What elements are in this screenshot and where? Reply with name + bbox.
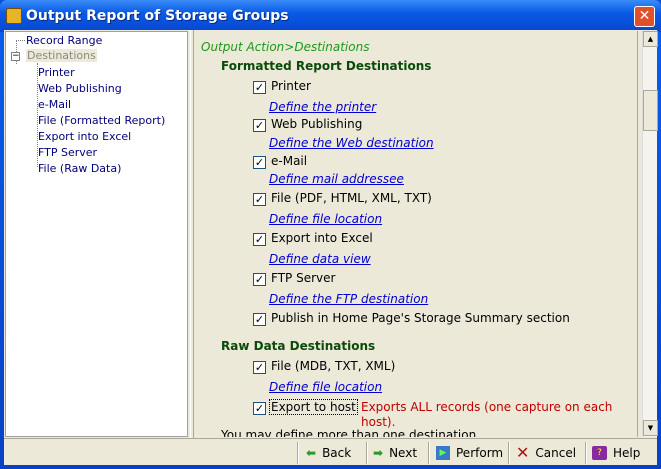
help-button[interactable]: ? Help xyxy=(592,442,640,463)
next-button[interactable]: ➡ Next xyxy=(373,442,417,463)
tree-item-destinations[interactable]: Destinations xyxy=(26,49,97,62)
file-label: File (PDF, HTML, XML, TXT) xyxy=(271,191,432,205)
tree-item-email[interactable]: e-Mail xyxy=(38,98,71,111)
printer-checkbox[interactable]: ✓ xyxy=(253,81,266,94)
dialog-window: Output Report of Storage Groups ✕ Record… xyxy=(0,0,661,469)
perform-button[interactable]: ▶ Perform xyxy=(436,442,503,463)
title-bar: Output Report of Storage Groups ✕ xyxy=(0,0,661,32)
tree-item-export-excel[interactable]: Export into Excel xyxy=(38,130,131,143)
publish-home-label: Publish in Home Page's Storage Summary s… xyxy=(271,311,570,325)
breadcrumb: Output Action>Destinations xyxy=(201,40,370,54)
perform-label: Perform xyxy=(456,445,504,460)
export-host-note-line2: host). xyxy=(361,415,396,429)
back-button[interactable]: ⬅ Back xyxy=(306,442,351,463)
vertical-scrollbar[interactable]: ▲ ▼ xyxy=(642,31,658,437)
tree-item-ftp-server[interactable]: FTP Server xyxy=(38,146,97,159)
next-label: Next xyxy=(389,445,418,460)
separator xyxy=(366,442,368,464)
separator xyxy=(297,442,299,464)
printer-label: Printer xyxy=(271,79,311,93)
cancel-label: Cancel xyxy=(535,445,577,460)
email-label: e-Mail xyxy=(271,154,308,168)
footer-note: You may define more than one destination xyxy=(221,428,477,437)
define-mail-link[interactable]: Define mail addressee xyxy=(269,172,404,186)
tree-item-web-publishing[interactable]: Web Publishing xyxy=(38,82,122,95)
email-checkbox[interactable]: ✓ xyxy=(253,156,266,169)
window-title: Output Report of Storage Groups xyxy=(26,8,289,24)
define-data-view-link[interactable]: Define data view xyxy=(269,252,371,266)
excel-label: Export into Excel xyxy=(271,231,373,245)
define-web-link[interactable]: Define the Web destination xyxy=(269,136,434,150)
define-raw-file-link[interactable]: Define file location xyxy=(269,380,382,394)
export-host-checkbox[interactable]: ✓ xyxy=(253,402,266,415)
scroll-up-button[interactable]: ▲ xyxy=(643,31,658,47)
raw-file-label: File (MDB, TXT, XML) xyxy=(271,359,396,373)
raw-header: Raw Data Destinations xyxy=(221,339,376,353)
web-publishing-checkbox[interactable]: ✓ xyxy=(253,119,266,132)
back-arrow-icon: ⬅ xyxy=(306,445,317,460)
export-host-label: Export to host xyxy=(269,399,358,415)
collapse-icon[interactable]: − xyxy=(11,52,20,61)
define-file-link[interactable]: Define file location xyxy=(269,212,382,226)
next-arrow-icon: ➡ xyxy=(373,445,384,460)
separator xyxy=(508,442,510,464)
web-publishing-label: Web Publishing xyxy=(271,117,363,131)
export-host-note-line1: Exports ALL records (one capture on each xyxy=(361,400,613,414)
raw-file-checkbox[interactable]: ✓ xyxy=(253,361,266,374)
separator xyxy=(428,442,430,464)
back-label: Back xyxy=(322,445,352,460)
ftp-checkbox[interactable]: ✓ xyxy=(253,273,266,286)
bottom-toolbar: ⬅ Back ➡ Next ▶ Perform ✕ Cancel ? Help xyxy=(4,438,657,465)
help-book-icon: ? xyxy=(592,445,607,460)
close-button[interactable]: ✕ xyxy=(634,6,655,27)
tree-item-file-raw[interactable]: File (Raw Data) xyxy=(38,162,121,175)
cancel-x-icon: ✕ xyxy=(516,443,530,462)
separator xyxy=(585,442,587,464)
help-label: Help xyxy=(613,445,641,460)
navigation-tree: Record Range − Destinations Printer Web … xyxy=(5,31,188,437)
define-printer-link[interactable]: Define the printer xyxy=(269,100,376,114)
scroll-down-button[interactable]: ▼ xyxy=(643,420,658,436)
cancel-button[interactable]: ✕ Cancel xyxy=(516,442,576,463)
destinations-panel: Output Action>Destinations Formatted Rep… xyxy=(194,31,638,437)
app-icon xyxy=(6,8,22,24)
scroll-thumb[interactable] xyxy=(643,90,658,131)
excel-checkbox[interactable]: ✓ xyxy=(253,233,266,246)
file-checkbox[interactable]: ✓ xyxy=(253,193,266,206)
define-ftp-link[interactable]: Define the FTP destination xyxy=(269,292,428,306)
formatted-header: Formatted Report Destinations xyxy=(221,59,432,73)
tree-item-file-formatted[interactable]: File (Formatted Report) xyxy=(38,114,165,127)
client-area: Record Range − Destinations Printer Web … xyxy=(4,30,658,465)
tree-item-printer[interactable]: Printer xyxy=(38,66,75,79)
publish-home-checkbox[interactable]: ✓ xyxy=(253,313,266,326)
tree-item-record-range[interactable]: Record Range xyxy=(26,34,102,47)
tree-line xyxy=(16,40,25,41)
ftp-label: FTP Server xyxy=(271,271,336,285)
play-icon: ▶ xyxy=(436,445,450,460)
